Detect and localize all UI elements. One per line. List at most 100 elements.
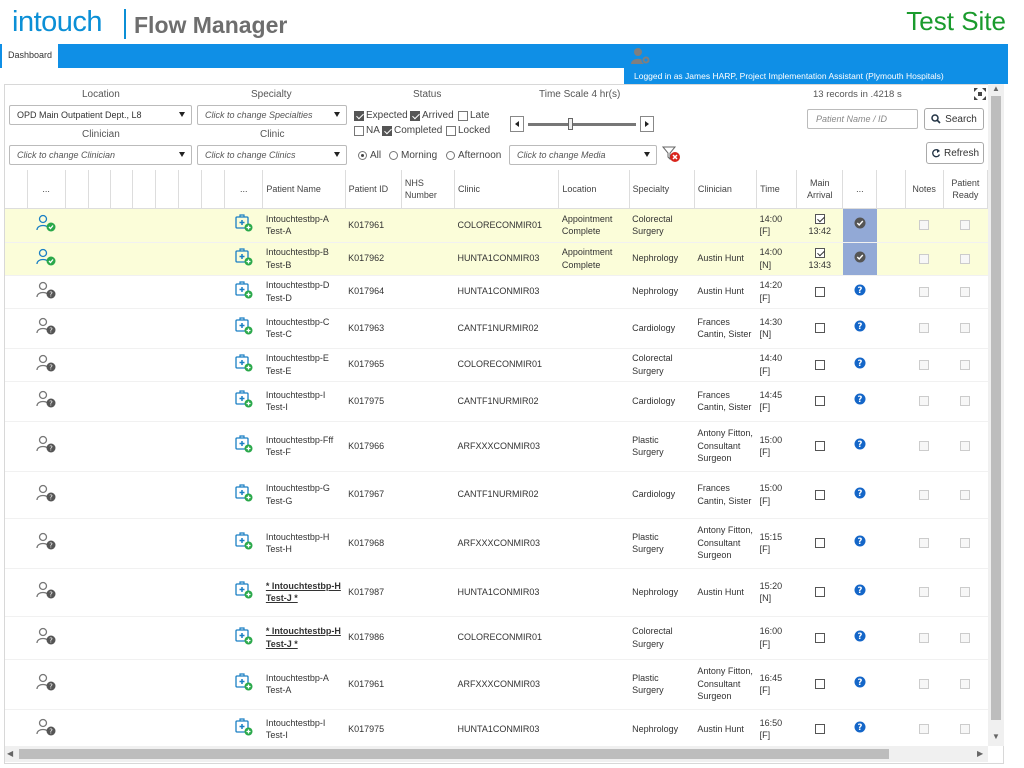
action-cell[interactable] (842, 208, 877, 243)
table-row[interactable]: ? Intouchtestbp-E Test-E K017965 COLORECONM… (5, 348, 988, 382)
help-icon[interactable]: ? (854, 320, 866, 334)
main-arrival-cell[interactable] (796, 275, 843, 309)
notes-cell[interactable] (905, 421, 944, 472)
notes-checkbox[interactable] (919, 679, 930, 690)
patient-ready-cell[interactable] (943, 208, 988, 243)
patient-name-cell[interactable]: Intouchtestbp-I Test-I (262, 709, 346, 750)
patient-name[interactable]: Intouchtestbp-E Test-E (266, 353, 329, 376)
patient-name-cell[interactable]: Intouchtestbp-D Test-D (262, 275, 346, 309)
col-patient-ready[interactable]: Patient Ready (943, 170, 989, 209)
patient-ready-checkbox[interactable] (960, 441, 971, 452)
search-button[interactable]: Search (924, 108, 984, 130)
notes-checkbox[interactable] (919, 587, 930, 598)
session-all-radio[interactable]: All (358, 150, 381, 161)
check-circle-icon[interactable] (854, 217, 866, 231)
horizontal-scrollbar[interactable]: ◀ ▶ (5, 746, 988, 762)
main-arrival-cell[interactable] (796, 568, 843, 617)
main-arrival-cell[interactable] (796, 518, 843, 569)
col-actions[interactable]: ... (842, 170, 878, 209)
patient-ready-checkbox[interactable] (960, 587, 971, 598)
table-row[interactable]: ? Intouchtestbp-D Test-D K017964 HUNTA1CONM… (5, 275, 988, 309)
scroll-left-icon[interactable]: ◀ (7, 749, 13, 758)
table-row[interactable]: Intouchtestbp-B Test-B K017962 HUNTA1CONMI… (5, 242, 988, 276)
col-main-arrival[interactable]: Main Arrival (796, 170, 844, 209)
notes-cell[interactable] (905, 659, 944, 710)
media-select[interactable]: Click to change Media (509, 145, 657, 165)
patient-ready-checkbox[interactable] (960, 253, 971, 264)
patient-ready-checkbox[interactable] (960, 323, 971, 334)
scroll-up-icon[interactable]: ▲ (992, 84, 1000, 93)
user-settings-icon[interactable] (630, 47, 652, 65)
arrival-checkbox[interactable] (814, 489, 825, 500)
patient-status-icon[interactable]: ? (27, 381, 66, 422)
patient-ready-cell[interactable] (943, 242, 988, 276)
arrival-checkbox[interactable] (814, 323, 825, 334)
notes-cell[interactable] (905, 348, 944, 382)
notes-cell[interactable] (905, 518, 944, 569)
col-patient-name[interactable]: Patient Name (262, 170, 346, 209)
specialty-select[interactable]: Click to change Specialties (197, 105, 347, 125)
session-morning-radio[interactable]: Morning (389, 150, 437, 161)
arrival-checkbox[interactable] (814, 724, 825, 735)
table-row[interactable]: ? * Intouchtestbp-H Test-J * K017986 COLORE… (5, 616, 988, 660)
expand-icon[interactable] (974, 88, 986, 100)
clinic-select[interactable]: Click to change Clinics (197, 145, 347, 165)
main-arrival-cell[interactable] (796, 421, 843, 472)
col-nhs-number[interactable]: NHS Number (401, 170, 456, 209)
table-row[interactable]: ? Intouchtestbp-Fff Test-F K017966 ARFXXXCO… (5, 421, 988, 472)
main-arrival-cell[interactable]: 13:42 (796, 208, 843, 243)
patient-status-icon[interactable]: ? (27, 659, 66, 710)
arrival-checkbox[interactable] (814, 441, 825, 452)
notes-checkbox[interactable] (919, 359, 930, 370)
action-cell[interactable]: ? (842, 616, 877, 660)
notes-cell[interactable] (905, 709, 944, 750)
notes-checkbox[interactable] (919, 396, 930, 407)
table-row[interactable]: ? Intouchtestbp-C Test-C K017963 CANTF1NURM… (5, 308, 988, 349)
help-icon[interactable]: ? (854, 284, 866, 298)
arrival-checkbox[interactable] (814, 587, 825, 598)
scroll-right-icon[interactable]: ▶ (977, 749, 983, 758)
help-icon[interactable]: ? (854, 630, 866, 644)
patient-status-icon[interactable]: ? (27, 421, 66, 472)
arrival-checkbox[interactable] (814, 396, 825, 407)
action-cell[interactable]: ? (842, 275, 877, 309)
col-specialty[interactable]: Specialty (629, 170, 695, 209)
patient-search-input[interactable]: Patient Name / ID (807, 109, 918, 129)
patient-name-cell[interactable]: Intouchtestbp-G Test-G (262, 471, 346, 519)
patient-status-icon[interactable]: ? (27, 348, 66, 382)
time-scale-slider[interactable] (510, 116, 654, 132)
help-icon[interactable]: ? (854, 438, 866, 452)
table-row[interactable]: ? Intouchtestbp-I Test-I K017975 CANTF1NURM… (5, 381, 988, 422)
help-icon[interactable]: ? (854, 721, 866, 735)
notes-cell[interactable] (905, 242, 944, 276)
help-icon[interactable]: ? (854, 676, 866, 690)
patient-ready-cell[interactable] (943, 348, 988, 382)
patient-ready-cell[interactable] (943, 421, 988, 472)
patient-ready-checkbox[interactable] (960, 679, 971, 690)
patient-name[interactable]: Intouchtestbp-Fff Test-F (266, 435, 333, 458)
main-arrival-cell[interactable] (796, 308, 843, 349)
action-cell[interactable]: ? (842, 568, 877, 617)
patient-ready-checkbox[interactable] (960, 489, 971, 500)
patient-ready-cell[interactable] (943, 381, 988, 422)
location-select[interactable]: OPD Main Outpatient Dept., L8 (9, 105, 192, 125)
table-row[interactable]: Intouchtestbp-A Test-A K017961 COLORECONMI… (5, 208, 988, 243)
notes-checkbox[interactable] (919, 253, 930, 264)
arrival-checkbox[interactable] (814, 214, 825, 225)
arrival-checkbox[interactable] (814, 679, 825, 690)
patient-name-cell[interactable]: * Intouchtestbp-H Test-J * (262, 616, 346, 660)
scroll-down-icon[interactable]: ▼ (992, 732, 1000, 741)
clear-filter-icon[interactable] (662, 145, 682, 163)
action-cell[interactable]: ? (842, 709, 877, 750)
patient-name-cell[interactable]: Intouchtestbp-E Test-E (262, 348, 346, 382)
add-clinic-icon[interactable] (224, 421, 263, 472)
main-arrival-cell[interactable] (796, 471, 843, 519)
action-cell[interactable]: ? (842, 471, 877, 519)
patient-ready-checkbox[interactable] (960, 632, 971, 643)
notes-cell[interactable] (905, 208, 944, 243)
patient-ready-checkbox[interactable] (960, 538, 971, 549)
patient-status-icon[interactable] (27, 208, 66, 243)
scrollbar-thumb[interactable] (19, 749, 889, 759)
add-clinic-icon[interactable] (224, 518, 263, 569)
main-arrival-cell[interactable] (796, 381, 843, 422)
